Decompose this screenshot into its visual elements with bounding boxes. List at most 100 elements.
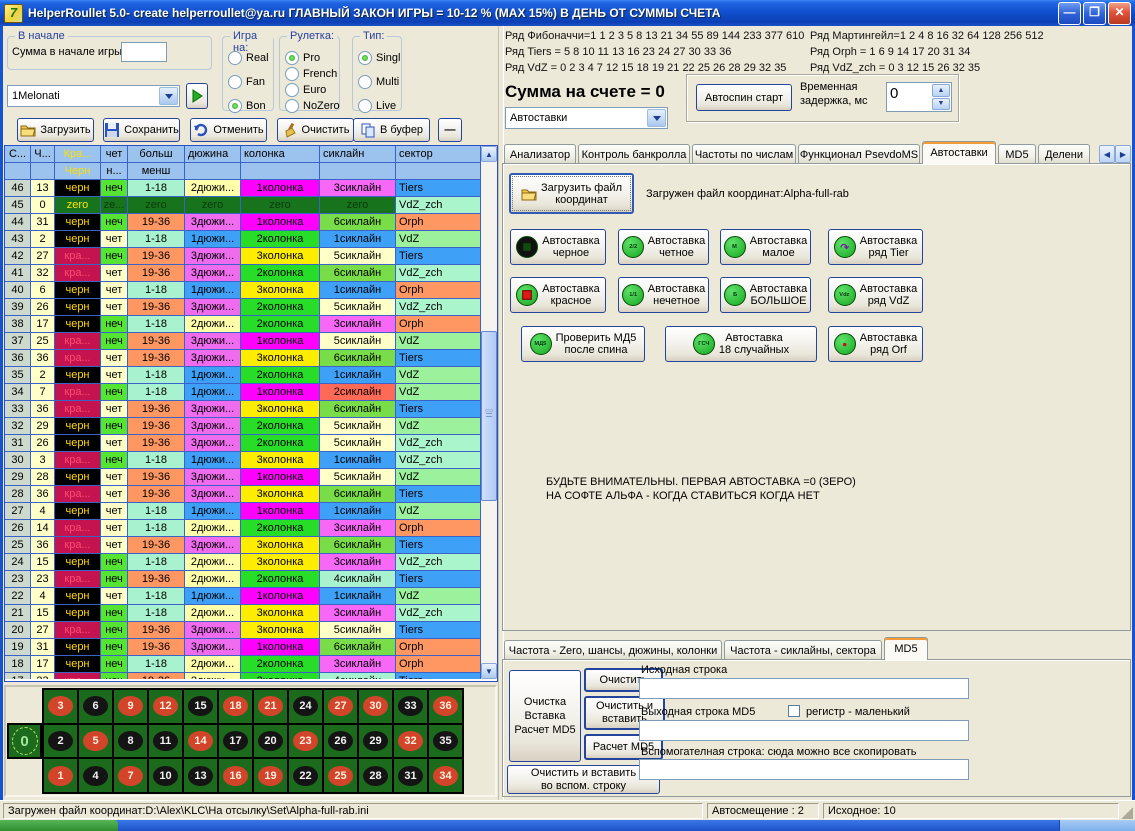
radio-option-nozero[interactable]: NoZero (285, 98, 340, 113)
tab-делени[interactable]: Делени (1038, 144, 1090, 164)
load-button[interactable]: Загрузить (17, 118, 94, 142)
maximize-button[interactable]: ❐ (1083, 2, 1106, 25)
source-string-input[interactable] (639, 678, 969, 699)
collapse-button[interactable]: — (438, 118, 462, 142)
close-button[interactable]: ✕ (1108, 2, 1131, 25)
roulette-zero-cell[interactable]: 0 (7, 723, 42, 759)
radio-option-fan[interactable]: Fan (228, 74, 269, 89)
roulette-number-cell[interactable]: 10 (149, 759, 182, 792)
bets-combo[interactable]: Автоставки (505, 107, 668, 129)
aux-string-input[interactable] (639, 759, 969, 780)
random-bet-button[interactable]: ГСЧАвтоставка18 случайных (665, 326, 817, 362)
roulette-number-cell[interactable]: 8 (114, 725, 147, 758)
md5-check-button[interactable]: МД5Проверить МД5после спина (521, 326, 645, 362)
tab-контроль-банкролла[interactable]: Контроль банкролла (578, 144, 690, 164)
radio-icon[interactable] (228, 51, 242, 65)
radio-icon[interactable] (358, 75, 372, 89)
roulette-number-cell[interactable]: 23 (289, 725, 322, 758)
lowercase-checkbox[interactable] (788, 705, 800, 717)
radio-option-pro[interactable]: Pro (285, 50, 340, 65)
roulette-number-cell[interactable]: 26 (324, 725, 357, 758)
roulette-number-cell[interactable]: 7 (114, 759, 147, 792)
roulette-number-cell[interactable]: 2 (44, 725, 77, 758)
roulette-number-cell[interactable]: 32 (394, 725, 427, 758)
black-bet-button[interactable]: Автоставкачерное (510, 229, 606, 265)
to-buffer-button[interactable]: В буфер (353, 118, 430, 142)
tab-анализатор[interactable]: Анализатор (504, 144, 576, 164)
autospin-start-button[interactable]: Автоспин старт (696, 84, 792, 111)
tab-частоты-по-числам[interactable]: Частоты по числам (692, 144, 796, 164)
delay-spinbox[interactable]: 0 ▲ ▼ (886, 82, 952, 112)
radio-option-real[interactable]: Real (228, 50, 269, 65)
play-button[interactable] (186, 83, 208, 109)
vdz-bet-button[interactable]: VdzАвтоставкаряд VdZ (828, 277, 923, 313)
roulette-number-cell[interactable]: 18 (219, 690, 252, 723)
freq-tab-md5[interactable]: MD5 (884, 637, 928, 660)
roulette-number-cell[interactable]: 9 (114, 690, 147, 723)
freq-tab-частота-zero-шансы-дюжины-колонки[interactable]: Частота - Zero, шансы, дюжины, колонки (504, 640, 722, 660)
roulette-number-cell[interactable]: 5 (79, 725, 112, 758)
scroll-up-icon[interactable]: ▲ (481, 146, 497, 162)
resize-grip[interactable] (1121, 807, 1133, 819)
odd-bet-button[interactable]: 1/1Автоставканечетное (618, 277, 709, 313)
radio-icon[interactable] (285, 99, 299, 113)
radio-icon[interactable] (285, 51, 299, 65)
radio-icon[interactable] (285, 67, 299, 81)
roulette-number-cell[interactable]: 35 (429, 725, 462, 758)
radio-option-french[interactable]: French (285, 66, 340, 81)
undo-button[interactable]: Отменить (190, 118, 267, 142)
output-string-input[interactable] (639, 720, 969, 741)
small-bet-button[interactable]: МАвтоставкамалое (720, 229, 811, 265)
orf-bet-button[interactable]: ●Автоставкаряд Orf (828, 326, 923, 362)
clear-button[interactable]: Очистить (277, 118, 354, 142)
even-bet-button[interactable]: 2/2Автоставкачетное (618, 229, 709, 265)
preset-combo[interactable]: 1Melonati (7, 85, 180, 107)
roulette-number-cell[interactable]: 30 (359, 690, 392, 723)
md5-clear-paste-aux-button[interactable]: Очистить и вставить во вспом. строку (507, 765, 660, 794)
tab-scroll-right-icon[interactable]: ▶ (1115, 145, 1131, 163)
radio-icon[interactable] (358, 99, 372, 113)
radio-option-singl[interactable]: Singl (358, 50, 400, 65)
start-button-fragment[interactable] (0, 820, 118, 831)
spin-up-icon[interactable]: ▲ (932, 84, 950, 97)
roulette-number-cell[interactable]: 31 (394, 759, 427, 792)
save-button[interactable]: Сохранить (103, 118, 180, 142)
roulette-number-cell[interactable]: 15 (184, 690, 217, 723)
roulette-number-cell[interactable]: 6 (79, 690, 112, 723)
start-sum-input[interactable] (121, 42, 167, 62)
big-bet-button[interactable]: БАвтоставкаБОЛЬШОЕ (720, 277, 811, 313)
radio-icon[interactable] (358, 51, 372, 65)
roulette-number-cell[interactable]: 1 (44, 759, 77, 792)
roulette-number-cell[interactable]: 25 (324, 759, 357, 792)
roulette-number-cell[interactable]: 24 (289, 690, 322, 723)
roulette-number-cell[interactable]: 3 (44, 690, 77, 723)
roulette-number-cell[interactable]: 36 (429, 690, 462, 723)
delay-value[interactable]: 0 (887, 83, 931, 111)
table-scrollbar[interactable]: ▲ ▼ (481, 146, 497, 679)
tab-scroll-left-icon[interactable]: ◀ (1099, 145, 1115, 163)
radio-icon[interactable] (228, 99, 242, 113)
chevron-down-icon[interactable] (159, 87, 178, 105)
radio-icon[interactable] (228, 75, 242, 89)
roulette-number-cell[interactable]: 17 (219, 725, 252, 758)
red-bet-button[interactable]: Автоставкакрасное (510, 277, 606, 313)
tab-автоставки[interactable]: Автоставки (922, 141, 996, 164)
roulette-number-cell[interactable]: 14 (184, 725, 217, 758)
spin-down-icon[interactable]: ▼ (932, 98, 950, 111)
md5-combo-button[interactable]: Очистка Вставка Расчет MD5 (509, 670, 581, 762)
roulette-number-cell[interactable]: 4 (79, 759, 112, 792)
roulette-number-cell[interactable]: 13 (184, 759, 217, 792)
roulette-number-cell[interactable]: 22 (289, 759, 322, 792)
roulette-number-cell[interactable]: 29 (359, 725, 392, 758)
roulette-number-cell[interactable]: 27 (324, 690, 357, 723)
freq-tab-частота-сиклайны-сектора[interactable]: Частота - сиклайны, сектора (724, 640, 882, 660)
minimize-button[interactable]: — (1058, 2, 1081, 25)
radio-option-bon[interactable]: Bon (228, 98, 269, 113)
roulette-number-cell[interactable]: 12 (149, 690, 182, 723)
roulette-number-cell[interactable]: 21 (254, 690, 287, 723)
tab-md5[interactable]: MD5 (998, 144, 1036, 164)
chevron-down-icon[interactable] (647, 109, 666, 127)
roulette-number-cell[interactable]: 11 (149, 725, 182, 758)
scroll-down-icon[interactable]: ▼ (481, 663, 497, 679)
load-coords-button[interactable]: Загрузить файл координат (509, 173, 634, 214)
